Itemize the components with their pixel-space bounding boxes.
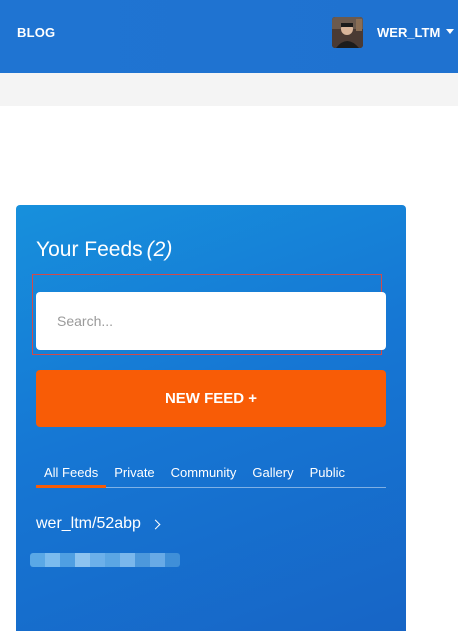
user-avatar[interactable] [332, 16, 363, 48]
feed-item-name: wer_ltm/52abp [36, 515, 141, 532]
caret-down-icon [446, 28, 455, 34]
chevron-right-icon [150, 519, 161, 529]
tab-all-feeds[interactable]: All Feeds [36, 457, 107, 488]
username-label: WER_LTM [377, 24, 441, 40]
feeds-count: (2) [146, 238, 173, 261]
top-navbar: BLOG WER_LTM [0, 0, 458, 73]
redacted-text [30, 553, 180, 567]
search-input[interactable] [36, 292, 386, 350]
feed-item[interactable]: wer_ltm/52abp [36, 515, 161, 533]
feeds-card: Your Feeds(2) NEW FEED + All Feeds Priva… [16, 205, 406, 631]
feeds-title-text: Your Feeds [36, 238, 143, 261]
brand-link[interactable]: BLOG [17, 25, 55, 40]
user-avatar-photo-icon [332, 16, 363, 48]
tab-community[interactable]: Community [163, 457, 245, 488]
sub-navbar [0, 73, 458, 106]
user-menu[interactable]: WER_LTM [332, 16, 455, 48]
tab-private[interactable]: Private [106, 457, 162, 488]
new-feed-button[interactable]: NEW FEED + [36, 370, 386, 427]
feed-tabs: All Feeds Private Community Gallery Publ… [36, 457, 386, 488]
tab-public[interactable]: Public [302, 457, 353, 488]
tab-gallery[interactable]: Gallery [244, 457, 301, 488]
feeds-title: Your Feeds (2) [36, 238, 172, 262]
